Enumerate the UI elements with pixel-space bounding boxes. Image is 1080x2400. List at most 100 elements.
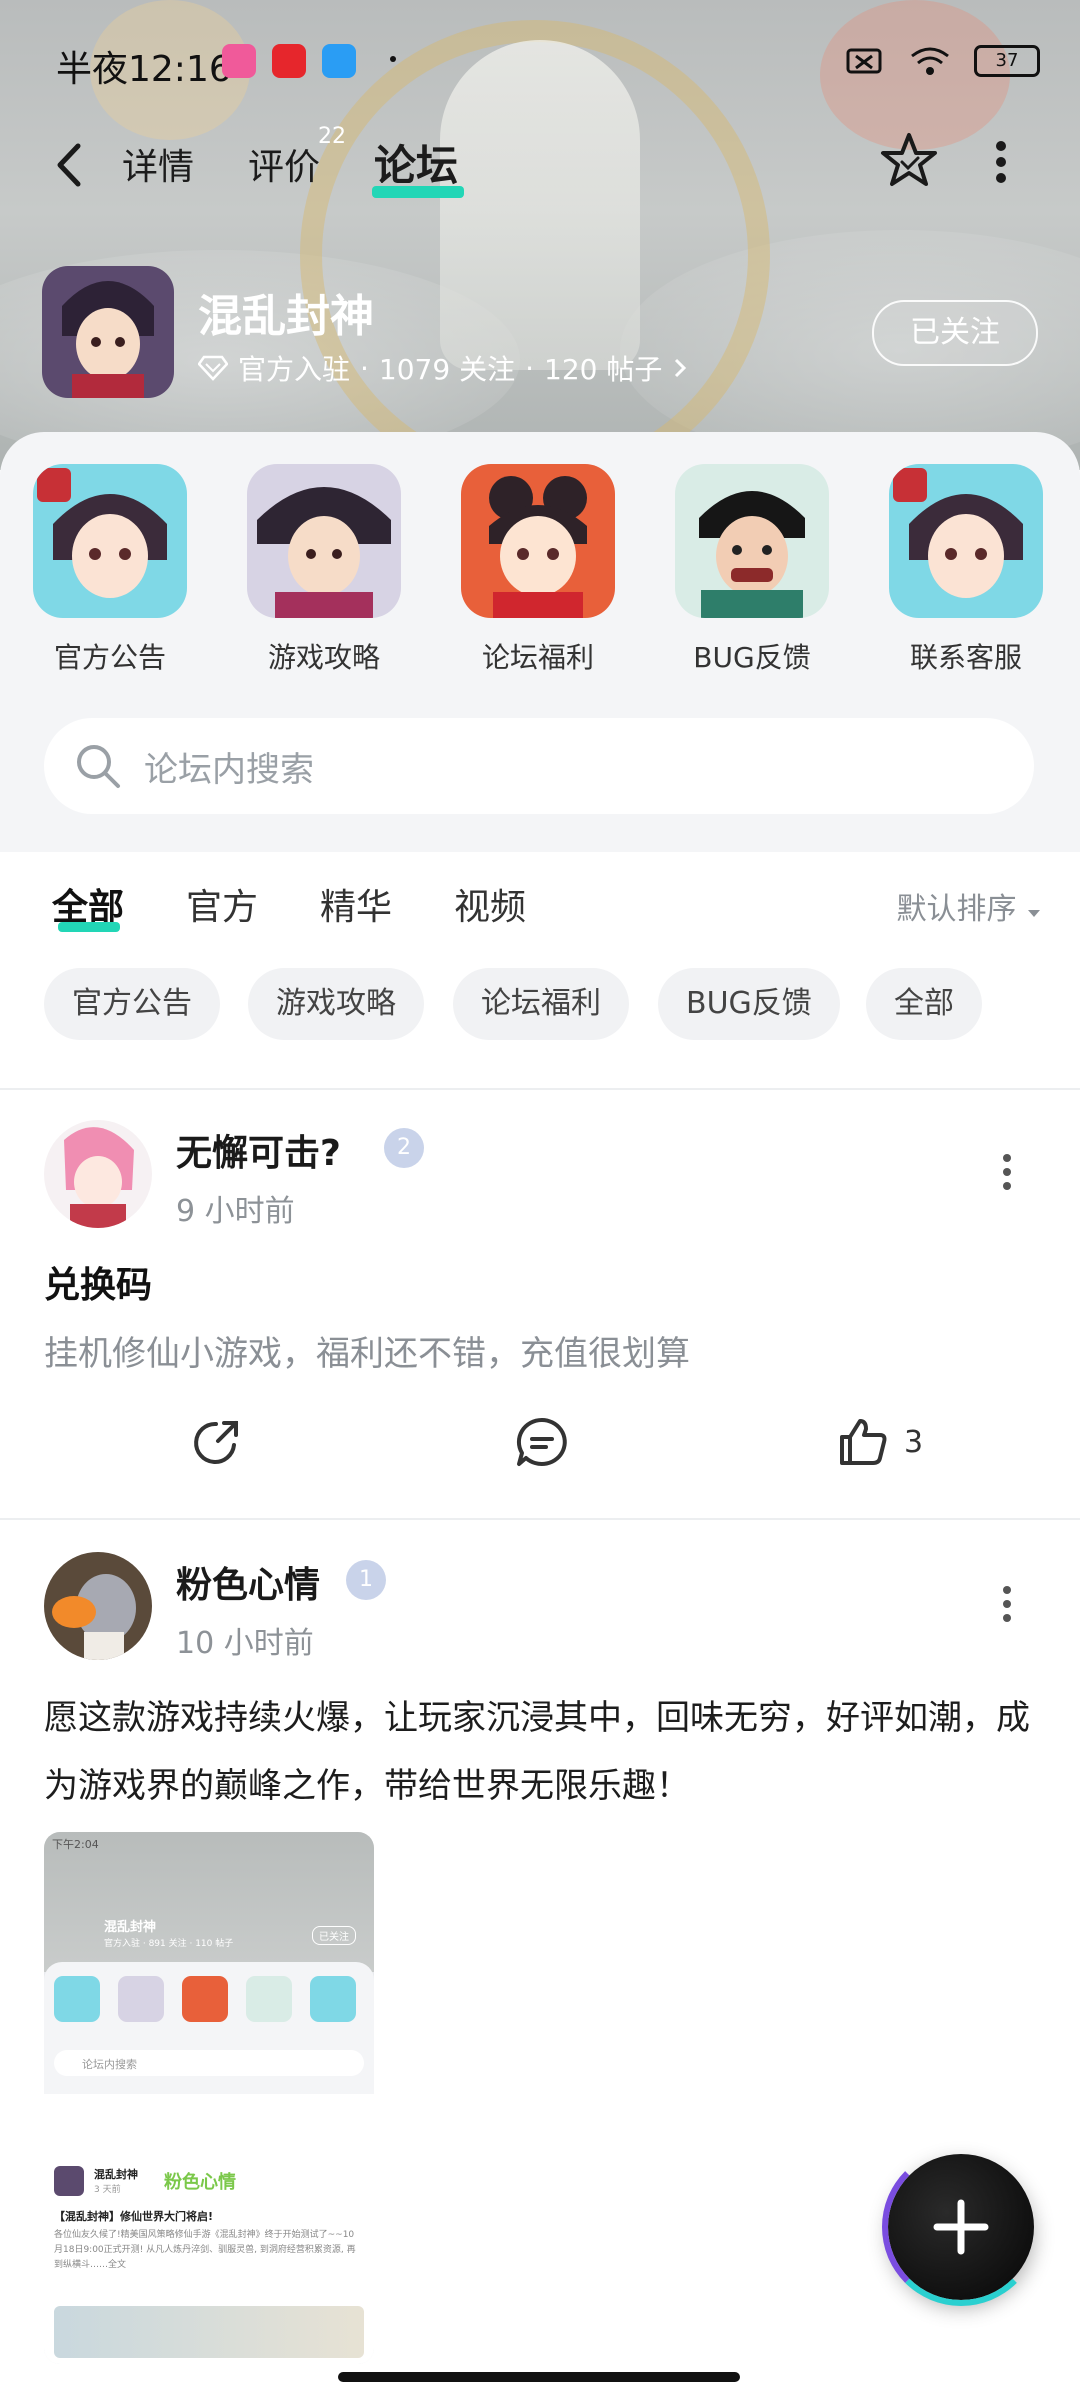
no-sim-icon: [846, 48, 882, 74]
user-level: 1: [359, 1567, 373, 1592]
game-meta[interactable]: 官方入驻 · 1079 关注 · 120 帖子: [198, 348, 688, 388]
post-image[interactable]: 下午2:04 混乱封神 官方入驻 · 891 关注 · 110 帖子 已关注 论…: [44, 1832, 374, 2364]
tab-official[interactable]: 官方: [186, 878, 258, 930]
category-game-guides[interactable]: 游戏攻略: [247, 464, 401, 676]
chip-all[interactable]: 全部: [866, 968, 982, 1040]
meta-separator: ·: [360, 351, 369, 385]
category-announcement-image: [33, 464, 187, 618]
category-label: 官方公告: [53, 641, 166, 674]
thumb-game-title: 混乱封神: [104, 1920, 157, 1935]
divider: [0, 1518, 1080, 1520]
category-bug-image: [675, 464, 829, 618]
thumb-category-image: [310, 1976, 356, 2022]
posts-count: 120 帖子: [544, 353, 663, 386]
user-level: 2: [397, 1135, 411, 1160]
tab-details[interactable]: 详情: [122, 138, 194, 190]
category-customer-service[interactable]: 联系客服: [889, 464, 1043, 676]
status-bar: 半夜12:16 37: [0, 30, 1080, 94]
thumb-time: 下午2:04: [52, 1838, 99, 1851]
sort-dropdown[interactable]: 默认排序: [896, 884, 1042, 928]
category-official-announcements[interactable]: 官方公告: [33, 464, 187, 676]
official-label: 官方入驻: [238, 353, 351, 386]
avatar[interactable]: [44, 1552, 152, 1660]
thumb-category-image: [54, 1976, 100, 2022]
category-service-image: [889, 464, 1043, 618]
post-more-icon[interactable]: [1002, 1584, 1012, 1624]
thumb-game-meta: 官方入驻 · 891 关注 · 110 帖子: [104, 1939, 234, 1949]
game-icon[interactable]: [42, 266, 174, 398]
search-placeholder: 论坛内搜索: [144, 750, 314, 790]
tab-video[interactable]: 视频: [454, 878, 526, 930]
game-title: 混乱封神: [198, 291, 374, 342]
thumb-category-image: [246, 1976, 292, 2022]
thumbs-up-icon: [840, 1419, 887, 1465]
comment-button[interactable]: [514, 1412, 570, 1472]
thumb-post-author: 混乱封神: [94, 2168, 138, 2181]
followers-count: 1079 关注: [378, 353, 516, 386]
thumb-search-bar: 论坛内搜索: [54, 2050, 364, 2076]
thumb-post-image: [54, 2306, 364, 2358]
review-count-badge: 22: [318, 124, 346, 149]
chevron-right-icon: [675, 358, 687, 378]
meta-separator: ·: [525, 351, 534, 385]
forum-search-bar[interactable]: 论坛内搜索: [44, 718, 1034, 814]
like-button[interactable]: 3: [836, 1412, 923, 1472]
post-more-icon[interactable]: [1002, 1152, 1012, 1192]
chip-game-guides[interactable]: 游戏攻略: [248, 968, 424, 1040]
thumb-follow-button: 已关注: [312, 1926, 356, 1945]
category-label: 游戏攻略: [267, 641, 380, 674]
tab-featured[interactable]: 精华: [320, 878, 392, 930]
comment-icon: [516, 1417, 567, 1466]
active-tab-indicator: [58, 922, 120, 932]
favorite-star-icon[interactable]: [878, 130, 940, 192]
category-label: BUG反馈: [693, 641, 811, 674]
create-post-button[interactable]: [882, 2148, 1040, 2306]
user-level-icon: 1: [346, 1560, 386, 1600]
post-body[interactable]: 挂机修仙小游戏，福利还不错，充值很划算: [44, 1326, 690, 1375]
category-panel: 官方公告 游戏攻略 论坛福利 BUG反馈 联系客服 论坛内搜索: [0, 432, 1080, 852]
feed-tabs: 全部 官方 精华 视频 默认排序: [0, 852, 1080, 952]
avatar[interactable]: [44, 1120, 152, 1228]
thumb-post-title: 【混乱封神】修仙世界大门将启!: [54, 2210, 214, 2223]
category-bug-report[interactable]: BUG反馈: [675, 464, 829, 676]
battery-level: 37: [995, 50, 1019, 71]
thumb-search-placeholder: 论坛内搜索: [82, 2058, 137, 2071]
post-time: 9 小时前: [176, 1194, 295, 1229]
chip-official-announcements[interactable]: 官方公告: [44, 968, 220, 1040]
red-packet-icon: [272, 44, 306, 78]
notification-dot-icon: [390, 56, 396, 62]
caret-down-icon: [1028, 910, 1040, 917]
thumb-post-time: 3 天前: [94, 2185, 121, 2195]
sort-label: 默认排序: [896, 892, 1017, 927]
thumb-avatar: [54, 2166, 84, 2196]
thumb-header: [44, 1832, 374, 1972]
thumb-overlay-text: 粉色心情: [164, 2172, 236, 2193]
category-perks-image: [461, 464, 615, 618]
tab-reviews[interactable]: 评价: [248, 138, 320, 190]
like-count: 3: [904, 1424, 924, 1460]
chip-bug-report[interactable]: BUG反馈: [658, 968, 840, 1040]
post-body[interactable]: 愿这款游戏持续火爆，让玩家沉浸其中，回味无穷，好评如潮，成为游戏界的巅峰之作，带…: [44, 1684, 1044, 1820]
category-label: 联系客服: [909, 641, 1022, 674]
thumb-category-image: [182, 1976, 228, 2022]
followed-button[interactable]: 已关注: [872, 300, 1038, 366]
chip-forum-perks[interactable]: 论坛福利: [453, 968, 629, 1040]
post-author[interactable]: 无懈可击?: [176, 1124, 341, 1176]
tab-forum[interactable]: 论坛: [374, 132, 458, 193]
divider: [0, 1088, 1080, 1090]
share-button[interactable]: [190, 1412, 244, 1472]
back-arrow-icon[interactable]: [52, 140, 86, 190]
plus-icon: [933, 2199, 989, 2255]
top-nav: 详情 评价 22 论坛: [0, 120, 1080, 210]
bilibili-icon: [222, 44, 256, 78]
more-options-icon[interactable]: [994, 138, 1008, 186]
wifi-icon: [911, 47, 949, 75]
message-app-icon: [322, 44, 356, 78]
diamond-verified-icon: [198, 355, 228, 381]
post-author[interactable]: 粉色心情: [176, 1556, 320, 1608]
user-level-icon: 2: [384, 1128, 424, 1168]
category-guides-image: [247, 464, 401, 618]
category-forum-perks[interactable]: 论坛福利: [461, 464, 615, 676]
search-icon: [77, 745, 120, 788]
post-title[interactable]: 兑换码: [44, 1256, 152, 1308]
